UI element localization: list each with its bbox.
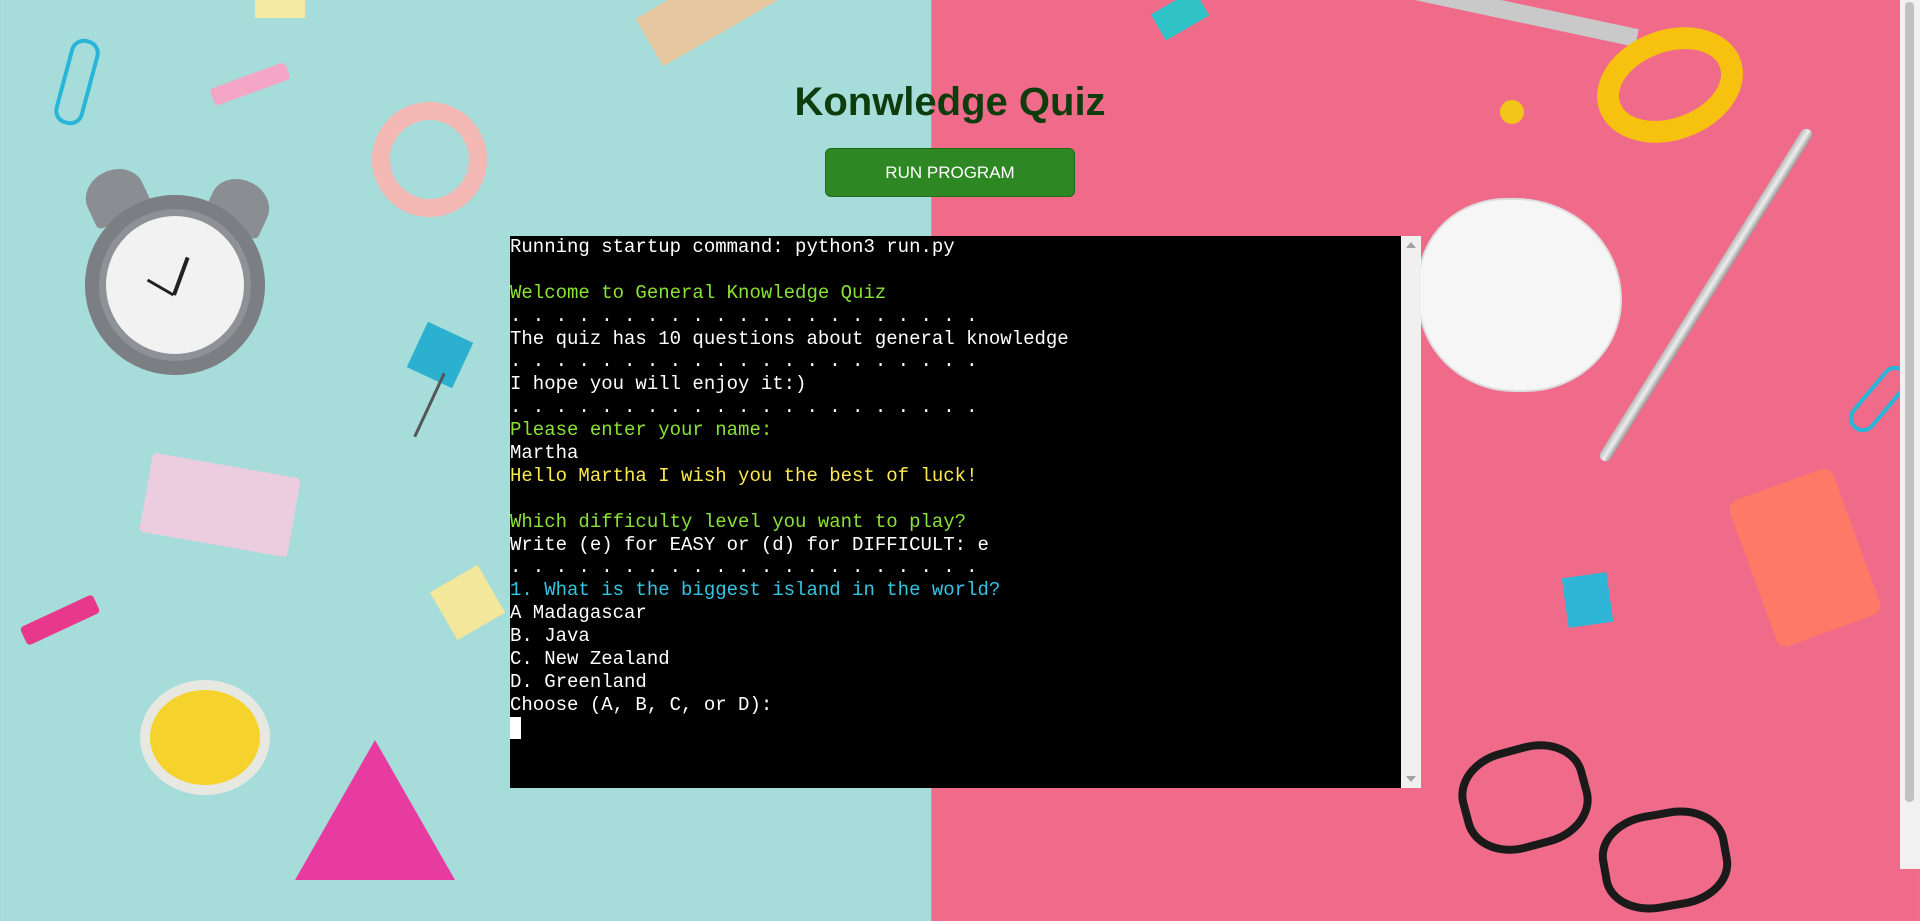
terminal-line: A Madagascar — [510, 602, 647, 625]
binder-clip-decoration — [429, 564, 506, 641]
sticky-note-decoration — [255, 0, 305, 18]
binder-clip-decoration — [1561, 572, 1614, 628]
scissors-blade-decoration — [1361, 0, 1639, 47]
terminal-line: Choose (A, B, C, or D): — [510, 693, 773, 716]
terminal-scrollbar[interactable] — [1401, 236, 1421, 788]
paint-jar-decoration — [150, 690, 260, 785]
terminal-line: B. Java — [510, 625, 590, 648]
terminal-cursor — [510, 716, 521, 739]
terminal-line: 1. What is the biggest island in the wor… — [510, 579, 1001, 602]
terminal-line: I hope you will enjoy it:) — [510, 373, 807, 396]
terminal-line: Martha — [510, 442, 579, 465]
terminal-line: Hello Martha I wish you the best of luck… — [510, 464, 978, 487]
binder-clip-decoration — [1150, 0, 1210, 41]
ruler-decoration — [635, 0, 785, 67]
terminal-line: . . . . . . . . . . . . . . . . . . . . … — [510, 556, 978, 579]
pin-stick-decoration — [413, 372, 446, 438]
terminal-line: Which difficulty level you want to play? — [510, 510, 967, 533]
clothespin-decoration — [19, 594, 101, 646]
glasses-decoration — [1448, 729, 1602, 866]
cloud-note-decoration — [1420, 200, 1620, 390]
terminal-line: Please enter your name: — [510, 419, 773, 442]
terminal-line: C. New Zealand — [510, 648, 670, 671]
terminal-line: D. Greenland — [510, 670, 647, 693]
terminal-line: . . . . . . . . . . . . . . . . . . . . … — [510, 304, 978, 327]
page-scrollbar-thumb[interactable] — [1905, 2, 1914, 802]
glasses-decoration — [1592, 799, 1738, 921]
eraser-decoration — [139, 452, 301, 558]
eraser-decoration — [1726, 465, 1884, 650]
triangle-ruler-decoration — [295, 740, 455, 880]
terminal-input-line[interactable] — [510, 716, 1401, 740]
run-program-button[interactable]: RUN PROGRAM — [825, 148, 1075, 197]
terminal-line: Write (e) for EASY or (d) for DIFFICULT:… — [510, 533, 989, 556]
scroll-up-icon[interactable] — [1406, 242, 1416, 248]
terminal-output: Running startup command: python3 run.py W… — [510, 236, 1401, 740]
terminal-line: The quiz has 10 questions about general … — [510, 327, 1069, 350]
terminal-line: Running startup command: python3 run.py — [510, 236, 955, 258]
page-title: Konwledge Quiz — [794, 80, 1106, 124]
terminal-window[interactable]: Running startup command: python3 run.py W… — [510, 236, 1401, 788]
page-scrollbar[interactable] — [1900, 0, 1920, 869]
terminal-line: . . . . . . . . . . . . . . . . . . . . … — [510, 350, 978, 373]
scroll-down-icon[interactable] — [1406, 776, 1416, 782]
terminal-line: Welcome to General Knowledge Quiz — [510, 281, 887, 304]
terminal-line: . . . . . . . . . . . . . . . . . . . . … — [510, 396, 978, 419]
pen-decoration — [1597, 126, 1815, 464]
